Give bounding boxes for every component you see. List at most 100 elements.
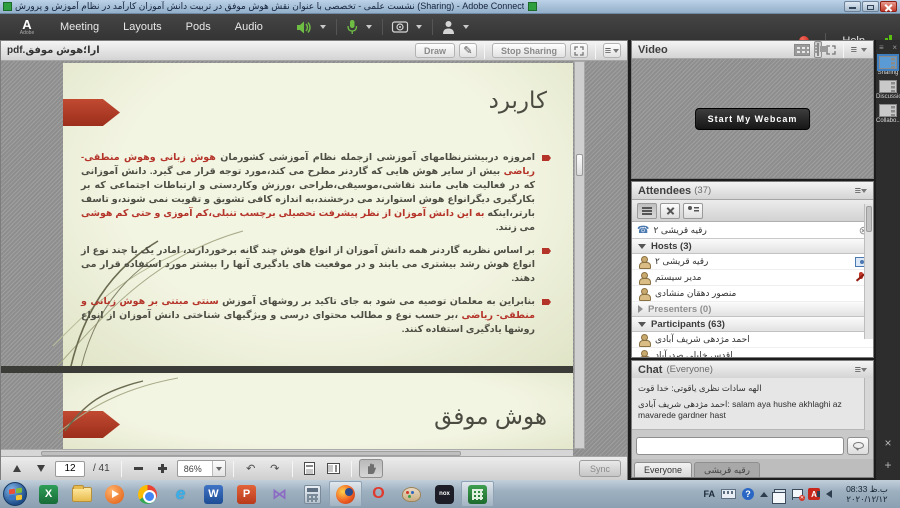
raise-hand-button[interactable] (439, 17, 458, 37)
pointer-tool-button[interactable]: ✎ (459, 43, 477, 58)
hosts-group-header[interactable]: Hosts (3) (632, 239, 873, 254)
zoom-level-select[interactable]: 86% (177, 460, 226, 477)
attendee-row[interactable]: مدیر سیستم (632, 270, 873, 286)
chat-tab-everyone[interactable]: Everyone (634, 462, 692, 477)
attendee-avatar (638, 288, 649, 299)
chrome-icon (138, 485, 157, 504)
keyboard-icon[interactable] (721, 489, 736, 499)
microphone-button[interactable] (343, 17, 361, 37)
taskbar-paint[interactable] (395, 481, 428, 507)
participants-group-header[interactable]: Participants (63) (632, 317, 873, 332)
menu-audio[interactable]: Audio (223, 14, 275, 40)
menu-pods[interactable]: Pods (174, 14, 223, 40)
attendee-list-view-button[interactable] (637, 203, 657, 219)
pod-menu-icon: ≡ (605, 45, 611, 57)
taskbar-opera[interactable]: O (362, 481, 395, 507)
menu-layouts[interactable]: Layouts (111, 14, 174, 40)
vertical-scrollbar-thumb[interactable] (576, 154, 583, 176)
video-pod-menu-icon[interactable]: ≡ (851, 44, 857, 56)
taskbar-powerpoint[interactable]: P (230, 481, 263, 507)
layout-bar-menu-icon[interactable]: ≡ (879, 43, 884, 52)
expand-icon (574, 46, 584, 56)
layout-bar-close-icon[interactable]: × (892, 43, 897, 52)
layout-thumb-discussion[interactable]: Discussion (876, 80, 900, 100)
presenters-group-header[interactable]: Presenters (0) (632, 302, 873, 317)
taskbar-nox[interactable]: nox (428, 481, 461, 507)
attendee-row[interactable]: رقیه قریشی ۲ (632, 254, 873, 270)
start-webcam-button[interactable]: Start My Webcam (695, 108, 811, 130)
layout-thumb-sharing[interactable]: Sharing (876, 56, 900, 76)
webcam-dropdown[interactable] (416, 25, 422, 29)
send-message-button[interactable] (847, 437, 869, 455)
webcam-button[interactable] (389, 17, 411, 37)
bullet-marker-icon (542, 155, 551, 161)
close-button[interactable] (880, 1, 897, 12)
attendee-status-view-button[interactable] (683, 203, 703, 219)
pod-menu-button[interactable]: ≡ (603, 43, 621, 58)
attendees-scrollbar[interactable] (864, 204, 873, 339)
taskbar-firefox[interactable] (329, 481, 362, 507)
taskbar-word[interactable]: W (197, 481, 230, 507)
help-tray-icon[interactable]: ? (742, 488, 754, 500)
action-center-flag-icon[interactable]: ✕ (792, 489, 802, 500)
maximize-button[interactable] (862, 1, 879, 12)
status-dropdown[interactable] (463, 25, 469, 29)
taskbar-internet-explorer[interactable]: e (164, 481, 197, 507)
attendee-row[interactable]: منصور دهقان منشادی (632, 286, 873, 302)
show-hidden-icons-icon[interactable] (760, 492, 768, 497)
microphone-dropdown[interactable] (366, 25, 372, 29)
language-indicator[interactable]: FA (703, 489, 715, 499)
title-bar: نشست علمی - تخصصی با عنوان نقش هوش موفق … (0, 0, 900, 14)
chat-tab-private[interactable]: رقیه قریشی (694, 462, 760, 477)
firefox-icon (336, 485, 355, 504)
chat-scrollbar[interactable] (864, 378, 873, 430)
attendees-scrollbar-thumb[interactable] (866, 206, 872, 232)
fit-width-button[interactable] (300, 460, 320, 477)
taskbar-explorer[interactable] (65, 481, 98, 507)
taskbar-clock[interactable]: 08:33 ب.ظ ۲۰۲۰/۱۲/۱۲ (838, 484, 896, 504)
menu-meeting[interactable]: Meeting (48, 14, 111, 40)
volume-icon[interactable] (826, 490, 832, 498)
speaker-button[interactable] (293, 17, 315, 37)
taskbar-excel[interactable]: X (32, 481, 65, 507)
vertical-scrollbar[interactable] (574, 61, 585, 449)
fit-page-button[interactable] (324, 460, 344, 477)
rotate-right-button[interactable]: ↷ (265, 460, 285, 477)
page-number-input[interactable] (55, 461, 85, 477)
video-filmstrip-view-button[interactable] (814, 41, 822, 58)
previous-page-button[interactable] (7, 460, 27, 477)
layout-thumb-collaboration[interactable]: Collabo... (876, 104, 900, 124)
person-status-icon (688, 206, 699, 215)
taskbar-adobe-connect[interactable] (461, 481, 494, 507)
zoom-out-button[interactable] (129, 460, 149, 477)
zoom-dropdown-icon[interactable] (212, 461, 225, 476)
video-pod-title: Video (638, 44, 668, 56)
horizontal-scrollbar[interactable] (1, 449, 573, 456)
zoom-in-button[interactable] (153, 460, 173, 477)
taskbar-media-player[interactable] (98, 481, 131, 507)
video-grid-view-icon[interactable] (794, 44, 810, 56)
attendee-row[interactable]: احمد مژدهی شریف آبادی (632, 332, 873, 348)
taskbar-kmplayer[interactable]: ⋈ (263, 481, 296, 507)
pdf-slide-current: کاربرد امروزه دربیشترنظامهای آموزشی ازجم… (63, 63, 573, 366)
next-page-button[interactable] (31, 460, 51, 477)
draw-button[interactable]: Draw (415, 43, 455, 58)
start-button[interactable] (3, 482, 27, 506)
speaker-dropdown[interactable] (320, 25, 326, 29)
chat-message-input[interactable] (636, 437, 844, 455)
attendee-row[interactable]: اقدس خلیلی صدرآباد (632, 348, 873, 357)
sync-button[interactable]: Sync (579, 460, 621, 477)
stop-sharing-button[interactable]: Stop Sharing (492, 43, 566, 58)
taskbar-chrome[interactable] (131, 481, 164, 507)
rotate-left-button[interactable]: ↶ (241, 460, 261, 477)
breakout-view-button[interactable] (660, 203, 680, 219)
pan-tool-button[interactable] (359, 459, 383, 478)
minimize-button[interactable] (844, 1, 861, 12)
add-layout-icon[interactable]: + (884, 458, 891, 472)
taskbar-calculator[interactable] (296, 481, 329, 507)
pencil-icon: ✎ (463, 44, 472, 57)
display-tray-icon[interactable] (774, 489, 786, 499)
remove-layout-icon[interactable]: × (884, 436, 891, 450)
fullscreen-button[interactable] (570, 43, 588, 58)
zoom-level-value: 86% (178, 464, 212, 474)
